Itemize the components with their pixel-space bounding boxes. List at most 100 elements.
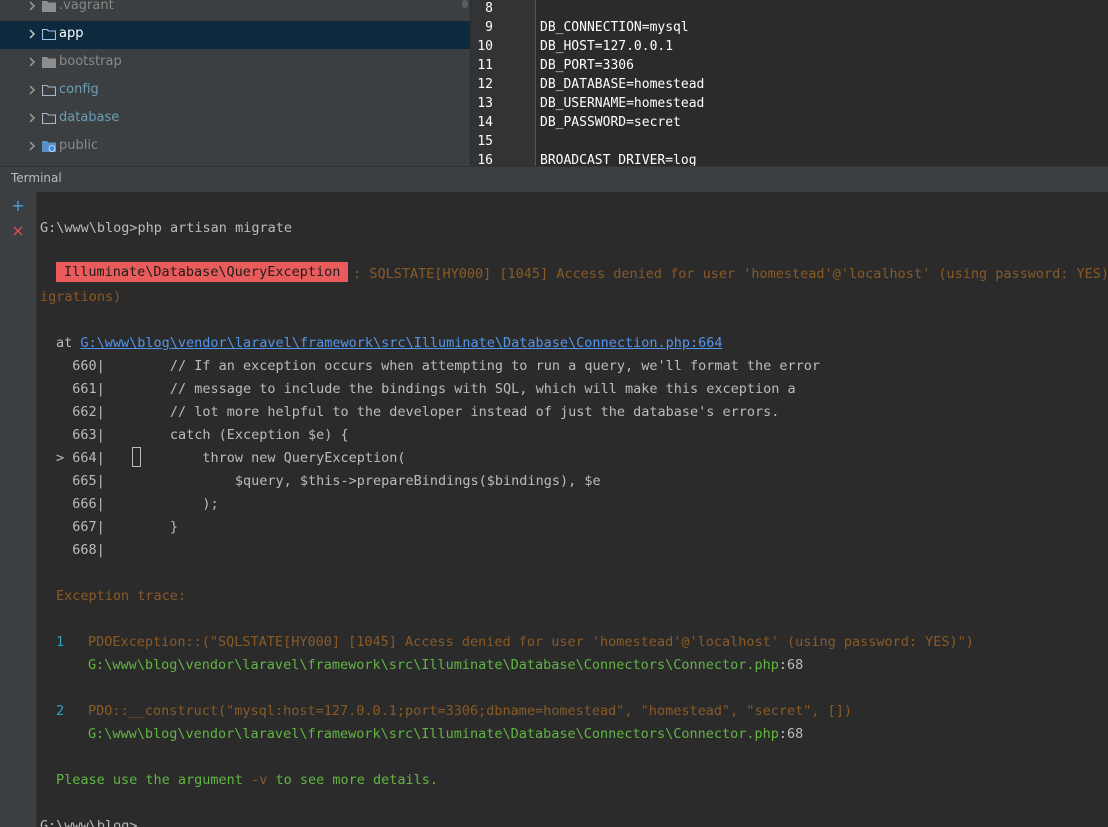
line-marker <box>56 404 72 420</box>
folder-icon <box>42 1 56 12</box>
snippet-code: // lot more helpful to the developer ins… <box>104 404 780 420</box>
current-line-marker: > <box>56 450 73 466</box>
chevron-right-icon[interactable] <box>27 139 37 153</box>
code-line: DB_USERNAME=homestead <box>540 96 705 111</box>
code-line: DB_DATABASE=homestead <box>540 77 705 92</box>
scrollbar-thumb[interactable] <box>462 0 468 8</box>
trace-location: G:\www\blog\vendor\laravel\framework\src… <box>88 657 803 673</box>
code-line: BROADCAST_DRIVER=log <box>540 153 697 166</box>
snippet-separator: | <box>96 427 105 443</box>
folder-icon <box>42 28 56 40</box>
tree-item-label: public <box>59 138 99 153</box>
trace-path[interactable]: G:\www\blog\vendor\laravel\framework\src… <box>88 726 779 742</box>
line-marker <box>56 473 72 489</box>
line-number: 13 <box>477 96 493 111</box>
terminal-output[interactable]: G:\www\blog>php artisan migrate Illumina… <box>37 192 1108 827</box>
line-marker <box>56 358 72 374</box>
trace-call: PDO::__construct("mysql:host=127.0.0.1;p… <box>88 703 853 719</box>
chevron-right-icon[interactable] <box>27 111 37 125</box>
code-snippet-line: 663| catch (Exception $e) { <box>56 427 348 443</box>
close-session-button[interactable]: × <box>10 223 26 239</box>
folder-icon <box>42 57 56 68</box>
source-file-link[interactable]: G:\www\blog\vendor\laravel\framework\src… <box>80 335 722 351</box>
tree-item-bootstrap[interactable]: bootstrap <box>0 49 470 77</box>
new-session-button[interactable]: + <box>10 198 26 214</box>
code-snippet-line: 660| // If an exception occurs when atte… <box>56 358 820 374</box>
tree-item-database[interactable]: database <box>0 105 470 133</box>
code-snippet-line: 667| } <box>56 519 178 535</box>
tree-item-vagrant[interactable]: .vagrant <box>0 0 470 21</box>
exception-message-cont: igrations) <box>40 289 122 305</box>
line-number: 8 <box>485 1 493 16</box>
hint-line: Please use the argument -v to see more d… <box>56 772 438 788</box>
line-marker <box>56 519 72 535</box>
snippet-separator: | <box>96 404 105 420</box>
trace-number: 2 <box>56 703 65 719</box>
chevron-right-icon[interactable] <box>27 0 37 13</box>
snippet-line-number: 667 <box>72 519 97 535</box>
chevron-right-icon[interactable] <box>27 83 37 97</box>
trace-number: 1 <box>56 634 65 650</box>
terminal-toolbar: + × <box>0 192 37 827</box>
snippet-line-number: 666 <box>72 496 97 512</box>
code-line: DB_CONNECTION=mysql <box>540 20 689 35</box>
code-line: DB_HOST=127.0.0.1 <box>540 39 674 54</box>
shell-prompt[interactable]: G:\www\blog> <box>40 818 138 827</box>
hint-before: Please use the argument <box>56 772 252 788</box>
web-folder-icon <box>42 141 56 152</box>
snippet-line-number: 664 <box>72 450 97 466</box>
trace-header: Exception trace: <box>56 588 187 604</box>
text-cursor <box>132 447 141 467</box>
code-snippet-line: 662| // lot more helpful to the develope… <box>56 404 779 420</box>
line-number: 15 <box>477 134 493 149</box>
line-number: 11 <box>477 58 493 73</box>
snippet-separator: | <box>96 381 105 397</box>
line-marker <box>56 381 72 397</box>
code-editor[interactable]: 8 9 10 11 12 13 14 15 16 DB_CONNECTION=mysql DB_H… <box>471 0 1108 166</box>
trace-line: :68 <box>778 726 804 742</box>
tree-item-label: config <box>59 82 99 97</box>
code-snippet-line: > 664| throw new QueryException( <box>56 450 406 466</box>
snippet-separator: | <box>96 473 105 489</box>
exception-badge: Illuminate\Database\QueryException <box>56 262 349 282</box>
code-snippet-line: 666| ); <box>56 496 219 512</box>
line-number: 14 <box>477 115 493 130</box>
terminal-title: Terminal <box>11 171 62 185</box>
snippet-code: ); <box>104 496 219 512</box>
line-marker <box>56 496 72 512</box>
code-snippet-line: 661| // message to include the bindings … <box>56 381 795 397</box>
trace-line: :68 <box>778 657 804 673</box>
snippet-line-number: 661 <box>72 381 97 397</box>
snippet-line-number: 660 <box>72 358 97 374</box>
snippet-line-number: 662 <box>72 404 97 420</box>
code-line: DB_PASSWORD=secret <box>540 115 681 130</box>
code-line: DB_PORT=3306 <box>540 58 634 73</box>
terminal-header: Terminal <box>0 166 1108 193</box>
trace-path[interactable]: G:\www\blog\vendor\laravel\framework\src… <box>88 657 779 673</box>
folder-icon <box>42 84 56 96</box>
tree-item-public[interactable]: public <box>0 133 470 161</box>
tree-item-label: .vagrant <box>59 0 114 13</box>
snippet-separator: | <box>96 358 105 374</box>
exception-message: : SQLSTATE[HY000] [1045] Access denied f… <box>345 266 1108 282</box>
chevron-right-icon[interactable] <box>27 55 37 69</box>
line-number: 10 <box>477 39 493 54</box>
snippet-code: } <box>104 519 178 535</box>
hint-flag: -v <box>251 772 268 788</box>
line-number: 12 <box>477 77 493 92</box>
tree-item-app[interactable]: app <box>0 21 470 49</box>
project-tree: .vagrant app bootstrap config database p… <box>0 0 471 166</box>
line-number: 16 <box>477 153 493 166</box>
snippet-separator: | <box>96 496 105 512</box>
tree-item-label: database <box>59 110 120 125</box>
snippet-line-number: 665 <box>72 473 97 489</box>
snippet-code: throw new QueryException( <box>104 450 406 466</box>
hint-after: to see more details. <box>267 772 439 788</box>
code-snippet-line: 665| $query, $this->prepareBindings($bin… <box>56 473 600 489</box>
line-number: 9 <box>485 20 493 35</box>
tree-item-config[interactable]: config <box>0 77 470 105</box>
snippet-separator: | <box>96 542 105 558</box>
at-line: at G:\www\blog\vendor\laravel\framework\… <box>56 335 722 351</box>
chevron-right-icon[interactable] <box>27 27 37 41</box>
snippet-line-number: 668 <box>72 542 97 558</box>
